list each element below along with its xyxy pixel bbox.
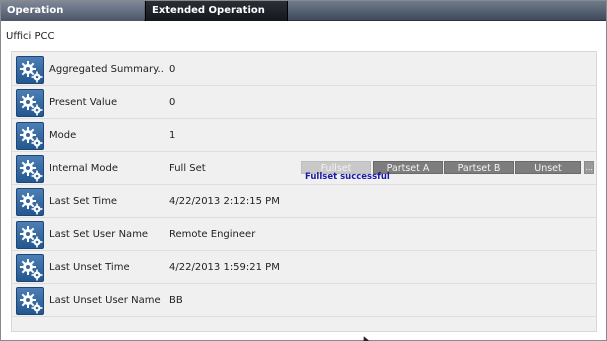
row-label: Last Set User Name <box>49 229 149 240</box>
row-label: Internal Mode <box>49 163 118 174</box>
row-label: Last Unset User Name <box>49 295 161 306</box>
row-label: Mode <box>49 130 77 141</box>
row-value: 0 <box>169 64 176 75</box>
row-value: 0 <box>169 97 176 108</box>
gears-icon[interactable] <box>16 254 44 282</box>
tab-extended-operation[interactable]: Extended Operation <box>145 1 288 21</box>
property-row-last-set-user-name: Last Set User Name Remote Engineer <box>12 219 596 251</box>
row-value: 4/22/2013 1:59:21 PM <box>169 262 280 273</box>
gears-icon[interactable] <box>16 188 44 216</box>
partset-b-button[interactable]: Partset B <box>444 161 514 174</box>
property-row-mode: Mode 1 <box>12 120 596 152</box>
tab-operation[interactable]: Operation <box>1 1 144 21</box>
gears-icon[interactable] <box>16 221 44 249</box>
operation-window: Operation Extended Operation Uffici PCC … <box>0 0 607 341</box>
property-row-last-unset-user-name: Last Unset User Name BB <box>12 285 596 317</box>
mouse-cursor-icon <box>361 335 369 341</box>
row-value: 1 <box>169 130 176 141</box>
property-row-last-set-time: Last Set Time 4/22/2013 2:12:15 PM <box>12 186 596 218</box>
section-title: Uffici PCC <box>6 31 55 42</box>
row-label: Last Unset Time <box>49 262 130 273</box>
more-button[interactable]: ... <box>584 161 594 174</box>
property-row-last-unset-time: Last Unset Time 4/22/2013 1:59:21 PM <box>12 252 596 284</box>
property-row-present-value: Present Value 0 <box>12 87 596 119</box>
row-value: Remote Engineer <box>169 229 256 240</box>
property-row-internal-mode: Internal Mode Full Set Fullset Partset A… <box>12 153 596 185</box>
row-label: Last Set Time <box>49 196 118 207</box>
unset-button[interactable]: Unset <box>515 161 581 174</box>
gears-icon[interactable] <box>16 89 44 117</box>
gears-icon[interactable] <box>16 122 44 150</box>
gears-icon[interactable] <box>16 56 44 84</box>
tab-bar: Operation Extended Operation <box>1 1 606 21</box>
row-value: BB <box>169 295 183 306</box>
gears-icon[interactable] <box>16 155 44 183</box>
row-label: Present Value <box>49 97 118 108</box>
row-label: Aggregated Summary... <box>49 64 164 75</box>
properties-panel: Aggregated Summary... 0 Present Value 0 … <box>11 51 597 332</box>
property-row-aggregated-summary: Aggregated Summary... 0 <box>12 54 596 86</box>
row-value: 4/22/2013 2:12:15 PM <box>169 196 280 207</box>
status-message: Fullset successful <box>305 172 390 182</box>
row-value: Full Set <box>169 163 206 174</box>
gears-icon[interactable] <box>16 287 44 315</box>
